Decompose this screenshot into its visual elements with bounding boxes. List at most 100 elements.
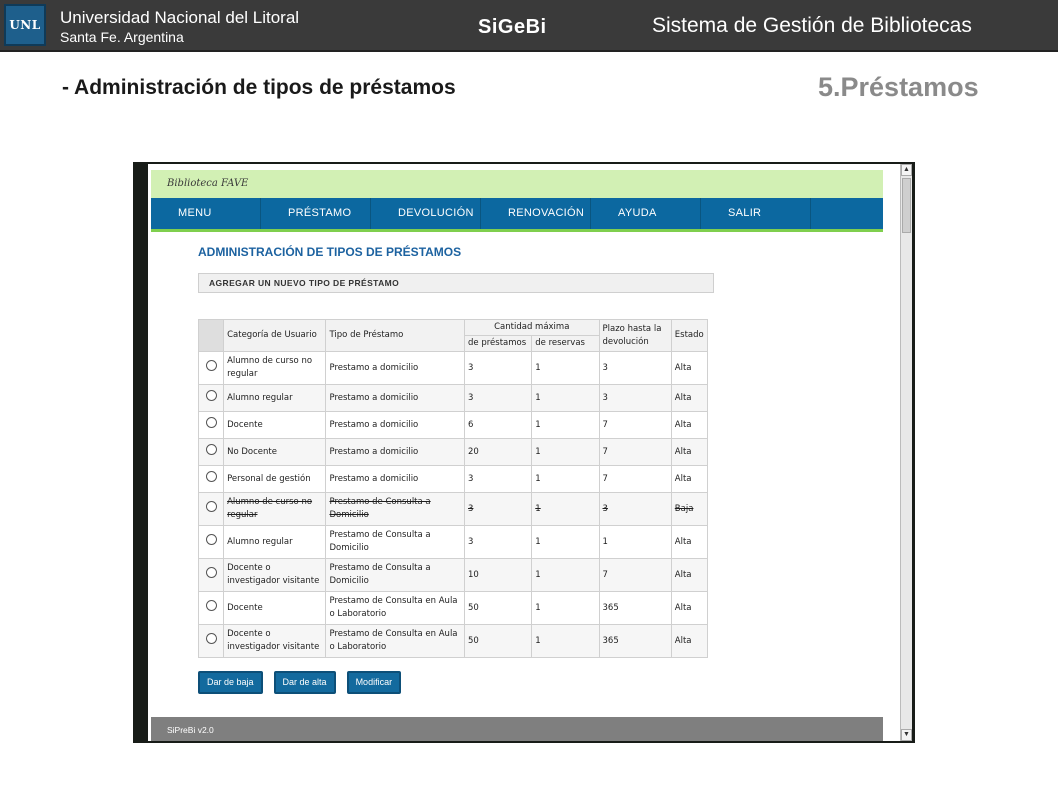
table-row[interactable]: Docente o investigador visitante Prestamo… [197, 558, 709, 592]
app-screenshot: Biblioteca FAVE MENU PRÉSTAMO DEVOLUCIÓN… [133, 162, 915, 743]
table-row[interactable]: Docente Prestamo a domicilio 6 1 7 Alta [197, 411, 709, 439]
cell-status: Alta [670, 465, 709, 493]
row-select-cell [197, 438, 225, 466]
cell-max-loans: 3 [464, 351, 533, 385]
cell-status: Baja [670, 492, 709, 526]
table-row[interactable]: Personal de gestión Prestamo a domicilio 3… [197, 465, 709, 493]
loan-types-table: Categoría de Usuario Tipo de Préstamo Ca… [197, 319, 709, 658]
row-radio-button[interactable] [205, 444, 217, 455]
action-buttons: Dar de baja Dar de alta Modificar [198, 671, 402, 694]
cell-category: Docente [223, 591, 327, 625]
table-row[interactable]: Alumno de curso no regular Prestamo de Co… [197, 492, 709, 526]
row-radio-button[interactable] [205, 417, 217, 428]
cell-max-reservations: 1 [531, 591, 600, 625]
activate-button[interactable]: Dar de alta [273, 671, 336, 694]
cell-category: Docente o investigador visitante [223, 624, 327, 658]
nav-item-ayuda[interactable]: AYUDA [591, 198, 701, 229]
cell-deadline: 1 [598, 525, 672, 559]
cell-max-loans: 3 [464, 384, 533, 412]
cell-deadline: 3 [598, 384, 672, 412]
slide-title: - Administración de tipos de préstamos [62, 76, 456, 99]
vertical-scrollbar[interactable]: ▲ ▼ [900, 164, 912, 741]
table-row[interactable]: Alumno de curso no regular Prestamo a dom… [197, 351, 709, 385]
cell-loan-type: Prestamo a domicilio [325, 465, 466, 493]
nav-item-prestamo[interactable]: PRÉSTAMO [261, 198, 371, 229]
modify-button[interactable]: Modificar [346, 671, 402, 694]
add-loan-type-link[interactable]: AGREGAR UN NUEVO TIPO DE PRÉSTAMO [198, 273, 714, 293]
deactivate-button[interactable]: Dar de baja [198, 671, 263, 694]
table-row[interactable]: Alumno regular Prestamo a domicilio 3 1 3 Alt… [197, 384, 709, 412]
cell-loan-type: Prestamo de Consulta a Domicilio [325, 525, 466, 559]
cell-status: Alta [670, 558, 709, 592]
university-name: Universidad Nacional del Litoral [60, 8, 300, 27]
cell-max-reservations: 1 [531, 351, 600, 385]
row-radio-button[interactable] [205, 633, 217, 644]
scroll-up-icon[interactable]: ▲ [901, 164, 912, 176]
cell-status: Alta [670, 351, 709, 385]
column-header-deadline: Plazo hasta la devolución [598, 319, 672, 352]
cell-max-reservations: 1 [531, 384, 600, 412]
nav-item-devolucion[interactable]: DEVOLUCIÓN [371, 198, 481, 229]
column-header-max-qty: Cantidad máxima [464, 319, 600, 336]
cell-loan-type: Prestamo de Consulta a Domicilio [325, 492, 466, 526]
nav-item-menu[interactable]: MENU [151, 198, 261, 229]
cell-max-loans: 50 [464, 624, 533, 658]
row-radio-button[interactable] [205, 471, 217, 482]
nav-item-salir[interactable]: SALIR [701, 198, 811, 229]
column-header-max-loans: de préstamos [464, 335, 533, 352]
nav-item-renovacion[interactable]: RENOVACIÓN [481, 198, 591, 229]
row-radio-button[interactable] [205, 534, 217, 545]
nav-filler [811, 198, 883, 229]
cell-max-loans: 3 [464, 525, 533, 559]
cell-loan-type: Prestamo a domicilio [325, 351, 466, 385]
scroll-thumb[interactable] [902, 178, 911, 233]
table-row[interactable]: Docente o investigador visitante Prestamo… [197, 624, 709, 658]
row-select-cell [197, 591, 225, 625]
cell-category: Alumno regular [223, 525, 327, 559]
app-page: Biblioteca FAVE MENU PRÉSTAMO DEVOLUCIÓN… [151, 168, 883, 741]
cell-max-loans: 10 [464, 558, 533, 592]
cell-deadline: 7 [598, 438, 672, 466]
unl-logo: UNL [4, 4, 46, 46]
cell-max-loans: 3 [464, 492, 533, 526]
system-name: Sistema de Gestión de Bibliotecas [652, 14, 972, 37]
table-row[interactable]: No Docente Prestamo a domicilio 20 1 7 Alta [197, 438, 709, 466]
cell-status: Alta [670, 384, 709, 412]
row-radio-button[interactable] [205, 501, 217, 512]
slide-header: UNL Universidad Nacional del Litoral San… [0, 0, 1058, 52]
row-radio-button[interactable] [205, 567, 217, 578]
table-row[interactable]: Docente Prestamo de Consulta en Aula o La… [197, 591, 709, 625]
app-version: SiPreBi v2.0 [167, 725, 214, 735]
cell-category: No Docente [223, 438, 327, 466]
cell-category: Alumno regular [223, 384, 327, 412]
cell-max-loans: 50 [464, 591, 533, 625]
cell-deadline: 365 [598, 624, 672, 658]
brand-name: SiGeBi [478, 16, 547, 38]
row-radio-button[interactable] [205, 600, 217, 611]
row-select-cell [197, 558, 225, 592]
cell-max-reservations: 1 [531, 558, 600, 592]
main-nav: MENU PRÉSTAMO DEVOLUCIÓN RENOVACIÓN AYUD… [151, 198, 883, 232]
slide-section: 5.Préstamos [818, 72, 979, 102]
cell-category: Alumno de curso no regular [223, 351, 327, 385]
cell-loan-type: Prestamo de Consulta en Aula o Laborator… [325, 624, 466, 658]
cell-max-reservations: 1 [531, 492, 600, 526]
cell-max-loans: 3 [464, 465, 533, 493]
column-header-max-reservations: de reservas [531, 335, 600, 352]
row-radio-button[interactable] [205, 390, 217, 401]
scroll-down-icon[interactable]: ▼ [901, 729, 912, 741]
cell-deadline: 3 [598, 492, 672, 526]
cell-deadline: 7 [598, 558, 672, 592]
cell-status: Alta [670, 438, 709, 466]
cell-deadline: 7 [598, 465, 672, 493]
cell-loan-type: Prestamo de Consulta a Domicilio [325, 558, 466, 592]
cell-loan-type: Prestamo a domicilio [325, 438, 466, 466]
table-row[interactable]: Alumno regular Prestamo de Consulta a Dom… [197, 525, 709, 559]
cell-deadline: 3 [598, 351, 672, 385]
cell-status: Alta [670, 591, 709, 625]
cell-deadline: 365 [598, 591, 672, 625]
cell-category: Docente [223, 411, 327, 439]
row-select-cell [197, 624, 225, 658]
row-radio-button[interactable] [205, 360, 217, 371]
cell-category: Personal de gestión [223, 465, 327, 493]
